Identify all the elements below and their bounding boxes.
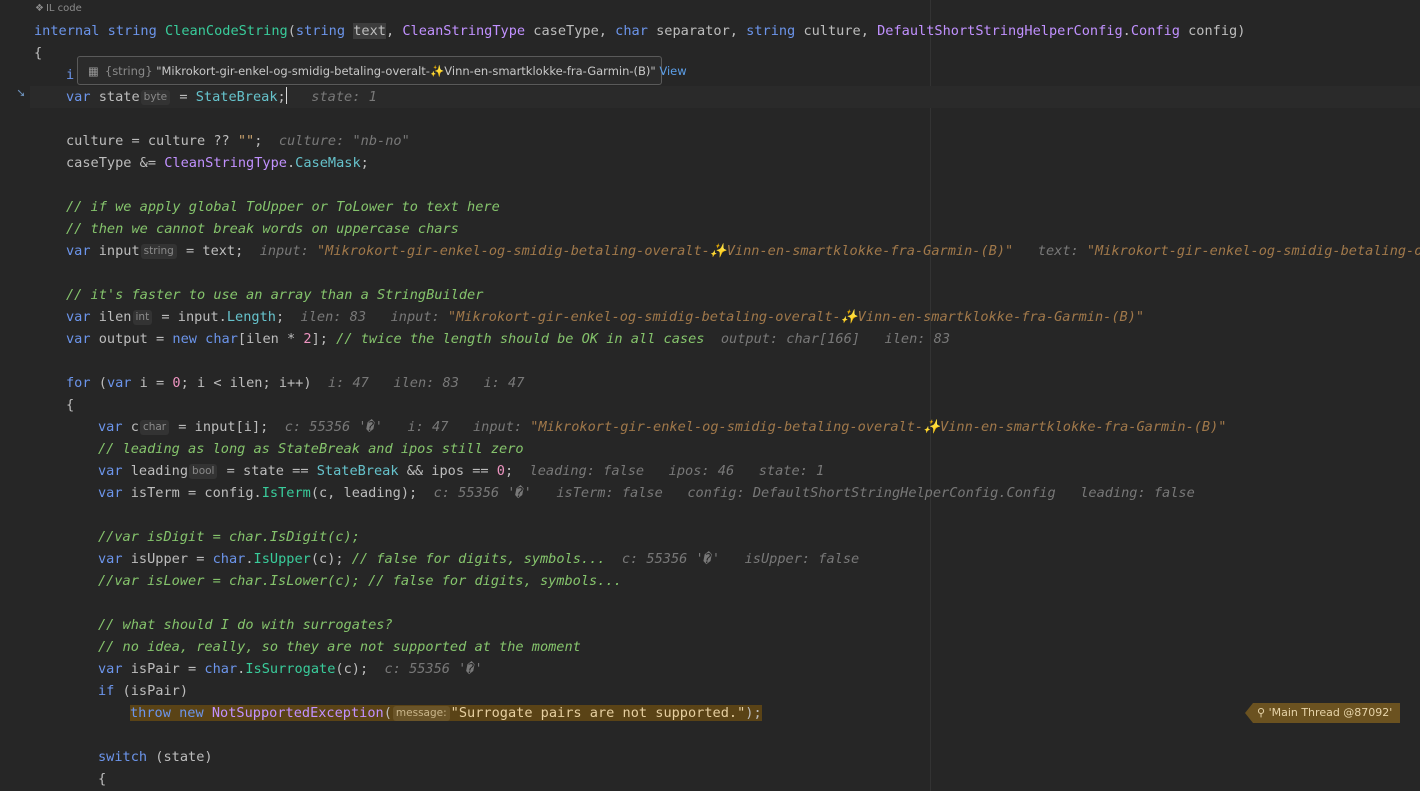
debug-value-hint: c: 55356 '�': [284, 419, 383, 435]
code-comment[interactable]: // leading as long as StateBreak and ipo…: [98, 438, 524, 460]
type-inlay-hint: string: [140, 244, 177, 259]
type-inlay-hint: int: [132, 310, 153, 325]
execution-pointer-icon[interactable]: ➘: [17, 86, 25, 101]
code-line-ilen[interactable]: var ilen int = input.Length; ilen: 83 inp…: [66, 306, 1144, 328]
right-margin-guide: [930, 0, 931, 791]
thread-icon: ⚲: [1257, 706, 1269, 719]
type-inlay-hint: byte: [140, 90, 171, 105]
debug-value-hint: state: 1: [311, 89, 377, 105]
code-line-isterm[interactable]: var isTerm = config.IsTerm(c, leading); …: [98, 482, 1195, 504]
debug-value-hint: input: "Mikrokort-gir-enkel-og-smidig-be…: [390, 309, 1145, 325]
type-inlay-hint: bool: [189, 464, 218, 479]
code-line-state[interactable]: var state byte = StateBreak; state: 1: [66, 86, 377, 108]
code-line-input[interactable]: var input string = text; input: "Mikrokor…: [66, 240, 1420, 262]
code-line-for[interactable]: for (var i = 0; i < ilen; i++) i: 47 ile…: [66, 372, 524, 394]
debug-value-hint: culture: "nb-no": [278, 133, 410, 149]
debug-value-hint: input: "Mikrokort-gir-enkel-og-smidig-be…: [259, 243, 1014, 259]
param-inlay-hint: message:: [392, 706, 450, 721]
debug-value-hint: ilen: 83: [393, 375, 459, 391]
exception-line-highlight: throw new NotSupportedException(message:…: [130, 705, 762, 721]
code-line-c[interactable]: var c char = input[i]; c: 55356 '�' i: 47…: [98, 416, 1227, 438]
debug-value-hint: ipos: 46: [668, 463, 735, 479]
code-line-culture[interactable]: culture = culture ?? ""; culture: "nb-no…: [66, 130, 410, 152]
debug-value-hint: leading: false: [529, 463, 645, 479]
table-icon: ▦: [88, 64, 99, 78]
debug-value-hint: state: 1: [758, 463, 825, 479]
debug-value-hint: input: "Mikrokort-gir-enkel-og-smidig-be…: [472, 419, 1227, 435]
code-line-brace[interactable]: {: [34, 42, 42, 64]
il-code-icon: ❖: [35, 3, 44, 14]
debug-value-hint: output: char[166]: [720, 331, 860, 347]
code-line-brace[interactable]: {: [98, 768, 106, 790]
code-line-if[interactable]: if (isPair): [98, 680, 188, 702]
debug-value-hint: ilen: 83: [300, 309, 367, 325]
code-comment[interactable]: //var isDigit = char.IsDigit(c);: [98, 526, 360, 548]
code-line-casetype[interactable]: caseType &= CleanStringType.CaseMask;: [66, 152, 369, 174]
code-line-brace[interactable]: {: [66, 394, 74, 416]
debug-value-hint: c: 55356 '�': [384, 661, 483, 677]
code-comment[interactable]: //var isLower = char.IsLower(c); // fals…: [98, 570, 622, 592]
debug-value-hint: i: 47: [327, 375, 369, 391]
code-comment[interactable]: // no idea, really, so they are not supp…: [98, 636, 581, 658]
debug-value-hint: c: 55356 '�': [433, 485, 532, 501]
code-line-switch[interactable]: switch (state): [98, 746, 213, 768]
code-line-output[interactable]: var output = new char[ilen * 2]; // twic…: [66, 328, 950, 350]
debug-value-hint: i: 47: [407, 419, 449, 435]
code-line-ispair[interactable]: var isPair = char.IsSurrogate(c); c: 553…: [98, 658, 483, 680]
code-line-isupper[interactable]: var isUpper = char.IsUpper(c); // false …: [98, 548, 859, 570]
view-link[interactable]: View: [659, 64, 686, 78]
debug-value-hint: isUpper: false: [744, 551, 860, 567]
code-line-throw[interactable]: throw new NotSupportedException(message:…: [130, 702, 762, 724]
code-comment[interactable]: // what should I do with surrogates?: [98, 614, 393, 636]
type-inlay-hint: char: [139, 420, 170, 435]
editor-gutter: [0, 0, 30, 791]
debug-value-hint: ilen: 83: [884, 331, 951, 347]
debug-value-hint: text: "Mikrokort-gir-enkel-og-smidig-bet…: [1037, 243, 1420, 259]
debug-value-hint: c: 55356 '�': [621, 551, 721, 567]
il-code-link[interactable]: ❖ IL code: [35, 3, 82, 14]
param-text-highlighted[interactable]: text: [353, 23, 386, 39]
code-line-signature[interactable]: internal string CleanCodeString(string t…: [34, 20, 1245, 42]
code-comment[interactable]: // it's faster to use an array than a St…: [66, 284, 483, 306]
text-caret: [285, 87, 287, 104]
code-line-leading[interactable]: var leading bool = state == StateBreak &&…: [98, 460, 824, 482]
debug-value-hint: config: DefaultShortStringHelperConfig.C…: [687, 485, 1056, 501]
debug-value-hint: leading: false: [1080, 485, 1195, 501]
code-line-hidden[interactable]: i: [66, 64, 74, 86]
debug-value-tooltip[interactable]: ▦ {string} "Mikrokort-gir-enkel-og-smidig…: [77, 56, 687, 85]
debug-value-hint: i: 47: [483, 375, 525, 391]
debug-value-hint: isTerm: false: [556, 485, 663, 501]
code-comment[interactable]: // then we cannot break words on upperca…: [66, 218, 459, 240]
thread-badge[interactable]: ⚲ 'Main Thread @87092': [1245, 703, 1400, 723]
code-comment[interactable]: // if we apply global ToUpper or ToLower…: [66, 196, 500, 218]
